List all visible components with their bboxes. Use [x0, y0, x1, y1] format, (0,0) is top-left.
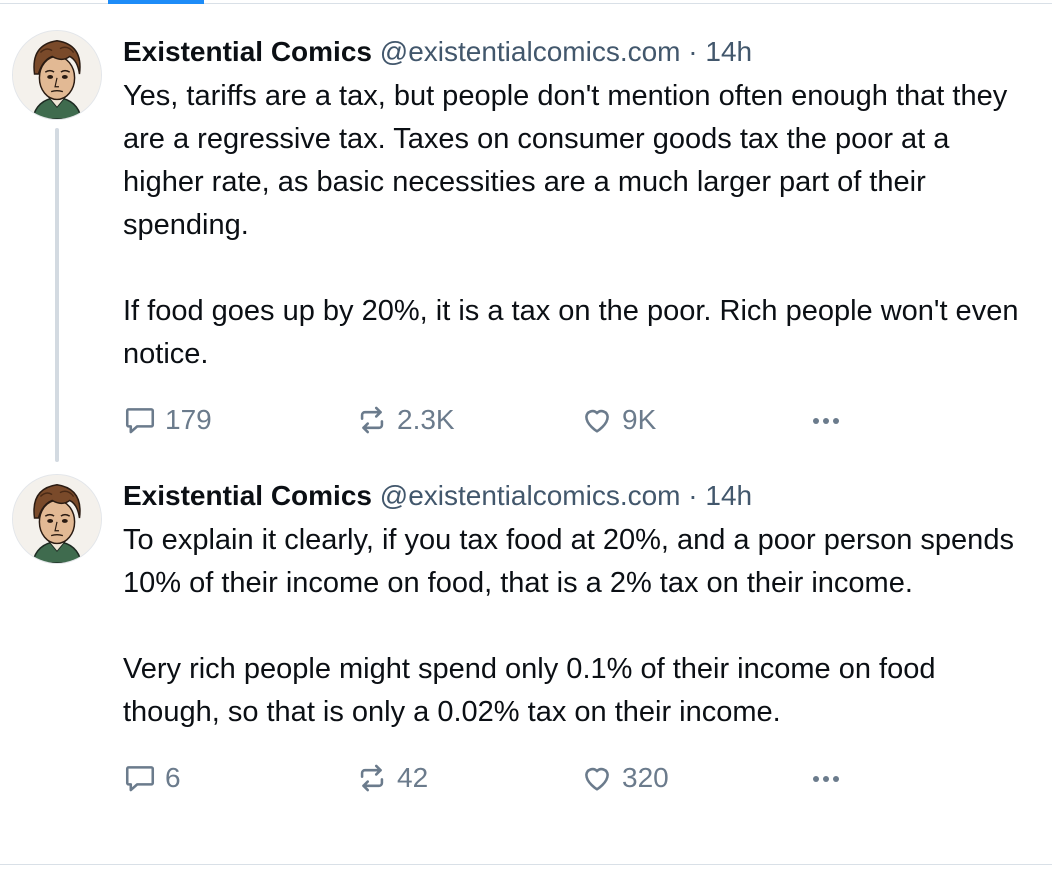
post-actions: 6 42 320 [123, 758, 1033, 798]
avatar[interactable] [12, 474, 102, 564]
post-paragraph: Very rich people might spend only 0.1% o… [123, 653, 936, 728]
repost-count: 42 [397, 762, 429, 793]
post-timestamp[interactable]: 14h [705, 480, 752, 511]
active-tab-indicator [108, 0, 204, 4]
speech-bubble-icon [125, 408, 155, 434]
reply-button[interactable]: 179 [123, 400, 212, 440]
repost-button[interactable]: 2.3K [355, 400, 455, 440]
avatar[interactable] [12, 30, 102, 120]
like-count: 9K [622, 404, 657, 435]
speech-bubble-icon [125, 766, 155, 792]
post-text: Yes, tariffs are a tax, but people don't… [123, 75, 1033, 376]
post-header: Existential Comics @existentialcomics.co… [123, 476, 1033, 516]
bottom-divider [0, 864, 1052, 865]
ellipsis-icon [813, 418, 839, 424]
thread-connector-line [55, 128, 59, 462]
like-count: 320 [622, 762, 669, 793]
post-paragraph: If food goes up by 20%, it is a tax on t… [123, 295, 1019, 370]
repost-arrows-icon [360, 406, 384, 434]
avatar-portrait-icon [13, 475, 101, 563]
repost-count: 2.3K [397, 404, 455, 435]
post-paragraph: Yes, tariffs are a tax, but people don't… [123, 80, 1008, 241]
author-handle[interactable]: @existentialcomics.com [380, 36, 681, 67]
post-text: To explain it clearly, if you tax food a… [123, 519, 1033, 734]
author-name[interactable]: Existential Comics [123, 480, 372, 511]
repost-arrows-icon [360, 764, 384, 792]
more-options-button[interactable] [806, 758, 846, 798]
like-button[interactable]: 320 [580, 758, 669, 798]
repost-button[interactable]: 42 [355, 758, 428, 798]
header-separator: · [688, 480, 698, 511]
more-options-button[interactable] [806, 400, 846, 440]
header-separator: · [688, 36, 698, 67]
like-button[interactable]: 9K [580, 400, 656, 440]
author-name[interactable]: Existential Comics [123, 36, 372, 67]
post-paragraph: To explain it clearly, if you tax food a… [123, 524, 1014, 599]
reply-button[interactable]: 6 [123, 758, 181, 798]
post-header: Existential Comics @existentialcomics.co… [123, 32, 1033, 72]
reply-count: 179 [165, 404, 212, 435]
post-timestamp[interactable]: 14h [705, 36, 752, 67]
post-actions: 179 2.3K 9K [123, 400, 1033, 440]
author-handle[interactable]: @existentialcomics.com [380, 480, 681, 511]
heart-icon [585, 767, 609, 791]
reply-count: 6 [165, 762, 181, 793]
avatar-portrait-icon [13, 31, 101, 119]
post-content: Existential Comics @existentialcomics.co… [123, 30, 1033, 440]
post-content: Existential Comics @existentialcomics.co… [123, 474, 1033, 798]
ellipsis-icon [813, 776, 839, 782]
heart-icon [585, 409, 609, 433]
